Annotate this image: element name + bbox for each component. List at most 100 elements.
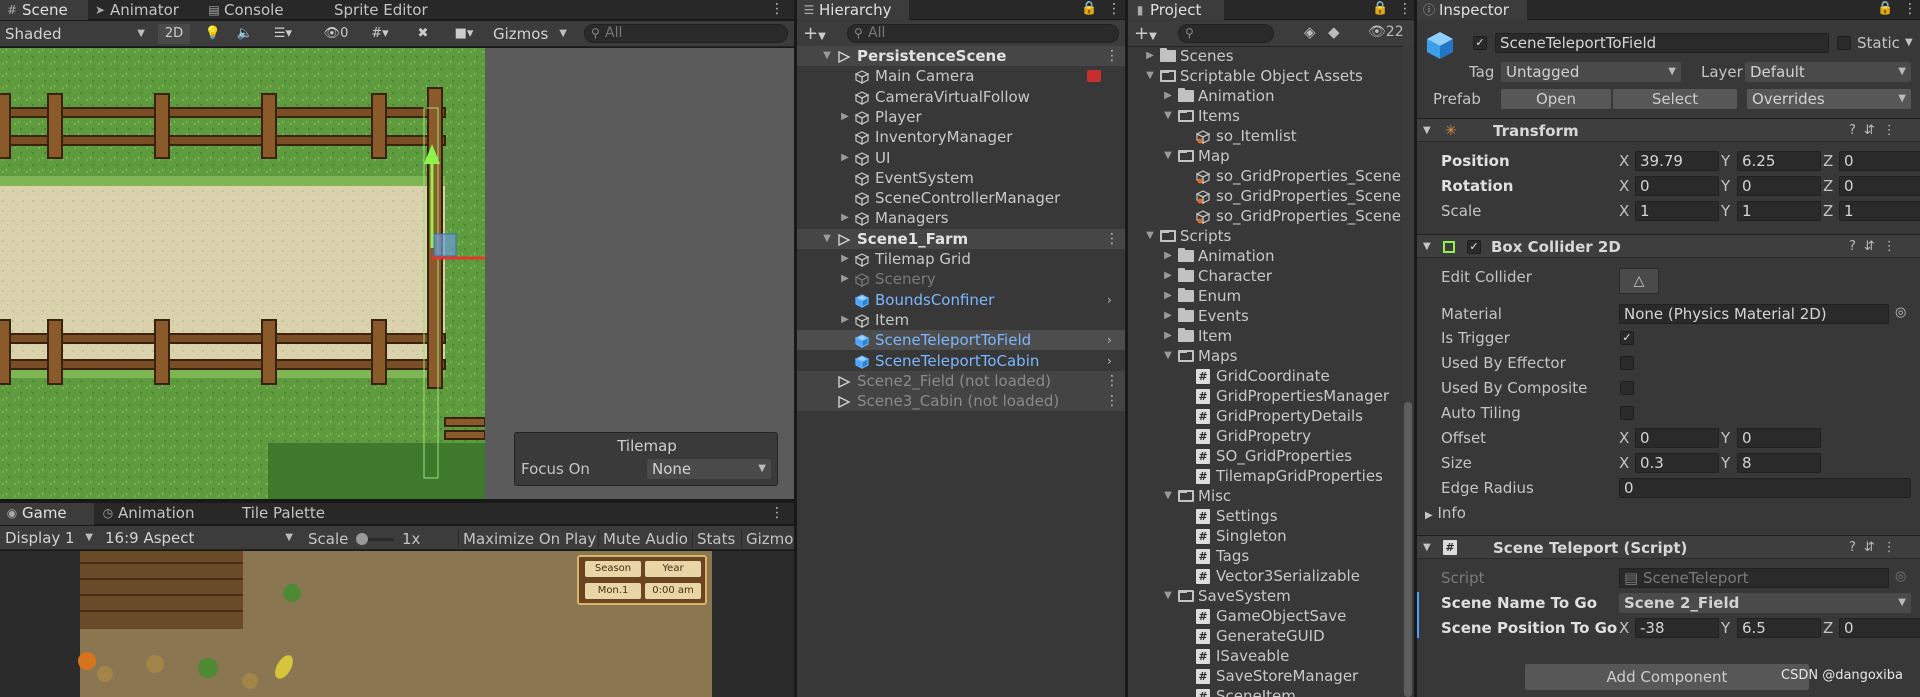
z-value-field[interactable]: 0 [1839, 151, 1920, 171]
edit-collider-button[interactable]: △ [1619, 268, 1659, 294]
tag-dropdown[interactable]: Untagged ▼ [1501, 62, 1681, 82]
fold-closed-icon[interactable]: ▶ [839, 107, 851, 127]
x-value-field[interactable]: 39.79 [1635, 151, 1719, 171]
z-value-field[interactable]: 0 [1839, 618, 1920, 638]
hierarchy-scene-row[interactable]: Scene3_Cabin (not loaded) ⋮ [797, 391, 1125, 412]
project-item[interactable]: ▼ Scripts [1128, 226, 1404, 246]
shading-mode-dropdown[interactable]: Shaded ▼ [0, 24, 150, 44]
scene-menu-icon[interactable]: ⋮ [1105, 46, 1119, 66]
layer-dropdown[interactable]: Default ▼ [1745, 62, 1911, 82]
component-header-icons[interactable]: ?⇵⋮ [1849, 119, 1904, 143]
scene-menu-icon[interactable]: ⋮ [1105, 229, 1119, 249]
y-value-field[interactable]: 6.25 [1737, 151, 1821, 171]
hierarchy-item[interactable]: SceneTeleportToField › [797, 330, 1125, 351]
fold-closed-icon[interactable]: ▶ [1162, 326, 1174, 346]
project-item[interactable]: # ISaveable [1128, 646, 1404, 666]
hierarchy-item[interactable]: ▶ Managers [797, 208, 1125, 228]
project-item[interactable]: # GameObjectSave [1128, 606, 1404, 626]
hidden-packages-icon[interactable]: 👁22 [1368, 24, 1404, 40]
y-value-field[interactable]: 6.5 [1737, 618, 1821, 638]
stats-button[interactable]: Stats [692, 530, 735, 548]
chevron-right-icon[interactable]: › [1107, 330, 1112, 350]
edge-radius-field[interactable]: 0 [1619, 478, 1911, 498]
fold-open-icon[interactable]: ▼ [1162, 146, 1174, 166]
material-field[interactable]: None (Physics Material 2D) [1619, 304, 1889, 324]
hierarchy-item[interactable]: Main Camera [797, 66, 1125, 86]
tab-game[interactable]: ◉ Game [0, 503, 94, 525]
fold-open-icon[interactable]: ▼ [1162, 486, 1174, 506]
x-value-field[interactable]: -38 [1635, 618, 1719, 638]
filter-label-icon[interactable]: ◆ [1328, 23, 1340, 41]
chevron-right-icon[interactable]: › [1107, 351, 1112, 371]
box-collider-enabled-checkbox[interactable]: ✓ [1467, 240, 1481, 254]
project-item[interactable]: so_GridProperties_Scene [1128, 186, 1404, 206]
fold-arrow-icon[interactable]: ▼ [1423, 536, 1431, 560]
gizmos-dropdown[interactable]: Gizmos ▼ [488, 24, 572, 44]
hierarchy-item[interactable]: ▶ Item [797, 310, 1125, 330]
fold-open-icon[interactable]: ▼ [1162, 346, 1174, 366]
game-viewport[interactable]: Season Year Mon.1 0:00 am [0, 551, 794, 697]
project-item[interactable]: ▶ Animation [1128, 86, 1404, 106]
fold-closed-icon[interactable]: ▶ [1162, 86, 1174, 106]
project-menu-icon[interactable]: ⋮ [1398, 0, 1412, 18]
fold-open-icon[interactable]: ▼ [1144, 226, 1156, 246]
lighting-toggle-icon[interactable]: 💡 [202, 24, 224, 44]
used-by-composite-checkbox[interactable] [1620, 381, 1634, 395]
tab-tile-palette[interactable]: Tile Palette [220, 503, 340, 525]
transform-header[interactable]: ▼ ✳ Transform ?⇵⋮ [1417, 118, 1920, 142]
project-search-input[interactable]: ⚲ [1178, 24, 1274, 43]
project-item[interactable]: ▼ Items [1128, 106, 1404, 126]
tools-icon[interactable]: ✖ [412, 24, 434, 44]
grid-snap-icon[interactable]: #▾ [360, 24, 400, 44]
hierarchy-scene-row[interactable]: ▼ PersistenceScene ⋮ [797, 46, 1125, 66]
mute-audio-button[interactable]: Mute Audio [598, 530, 688, 548]
effects-toggle-icon[interactable]: ☰▾ [266, 24, 300, 44]
project-item[interactable]: ▶ Item [1128, 326, 1404, 346]
fold-arrow-icon[interactable]: ▼ [1423, 235, 1431, 259]
x-value-field[interactable]: 0 [1635, 176, 1719, 196]
fold-closed-icon[interactable]: ▶ [839, 208, 851, 228]
scale-slider-thumb[interactable] [356, 533, 368, 545]
project-item[interactable]: # GridPropertyDetails [1128, 406, 1404, 426]
static-label[interactable]: Static [1857, 33, 1900, 53]
scene-teleport-header[interactable]: ▼ # Scene Teleport (Script) ?⇵⋮ [1417, 535, 1920, 559]
audio-toggle-icon[interactable]: 🔈 [234, 24, 256, 44]
project-item[interactable]: so_Itemlist [1128, 126, 1404, 146]
scene-menu-icon[interactable]: ⋮ [1105, 391, 1119, 411]
fold-closed-icon[interactable]: ▶ [1144, 46, 1156, 66]
2d-mode-toggle[interactable]: 2D [158, 24, 190, 44]
tab-scene[interactable]: # Scene [0, 0, 88, 20]
project-item[interactable]: # TilemapGridProperties [1128, 466, 1404, 486]
lock-icon[interactable]: 🔒 [1877, 1, 1893, 16]
tab-hierarchy[interactable]: ☰ Hierarchy [797, 0, 909, 20]
component-header-icons[interactable]: ?⇵⋮ [1849, 536, 1904, 560]
static-checkbox[interactable] [1837, 36, 1851, 50]
project-item[interactable]: # SaveStoreManager [1128, 666, 1404, 686]
hierarchy-item[interactable]: ▶ UI [797, 148, 1125, 168]
fold-closed-icon[interactable]: ▶ [1162, 266, 1174, 286]
project-scrollbar[interactable] [1402, 46, 1414, 697]
hierarchy-item[interactable]: SceneTeleportToCabin › [797, 351, 1125, 371]
scene-panel-menu-icon[interactable]: ⋮ [770, 0, 784, 18]
filter-type-icon[interactable]: ◈ [1304, 23, 1316, 41]
tab-project[interactable]: ▮ Project [1128, 0, 1224, 20]
prefab-overrides-dropdown[interactable]: Overrides ▼ [1747, 89, 1911, 109]
scene-search-input[interactable]: ⚲ All [584, 24, 788, 43]
tab-console[interactable]: ▤ Console [202, 0, 312, 20]
prefab-open-button[interactable]: Open [1501, 89, 1611, 109]
project-item[interactable]: # GridCoordinate [1128, 366, 1404, 386]
fold-arrow-icon[interactable]: ▼ [1423, 119, 1431, 143]
fold-open-icon[interactable]: ▼ [1144, 66, 1156, 86]
fold-closed-icon[interactable]: ▶ [1162, 246, 1174, 266]
project-item[interactable]: ▶ Events [1128, 306, 1404, 326]
fold-closed-icon[interactable]: ▶ [1162, 286, 1174, 306]
project-item[interactable]: # SO_GridProperties [1128, 446, 1404, 466]
y-value-field[interactable]: 1 [1737, 201, 1821, 221]
box-collider-header[interactable]: ▼ ✓ Box Collider 2D ?⇵⋮ [1417, 234, 1920, 258]
z-value-field[interactable]: 0 [1839, 176, 1920, 196]
hidden-objects-icon[interactable]: 👁0 [318, 24, 354, 44]
hierarchy-search-input[interactable]: ⚲ All [847, 24, 1119, 43]
project-item[interactable]: ▶ Character [1128, 266, 1404, 286]
hierarchy-item[interactable]: CameraVirtualFollow [797, 87, 1125, 107]
create-plus-icon[interactable]: +▼ [803, 23, 826, 44]
